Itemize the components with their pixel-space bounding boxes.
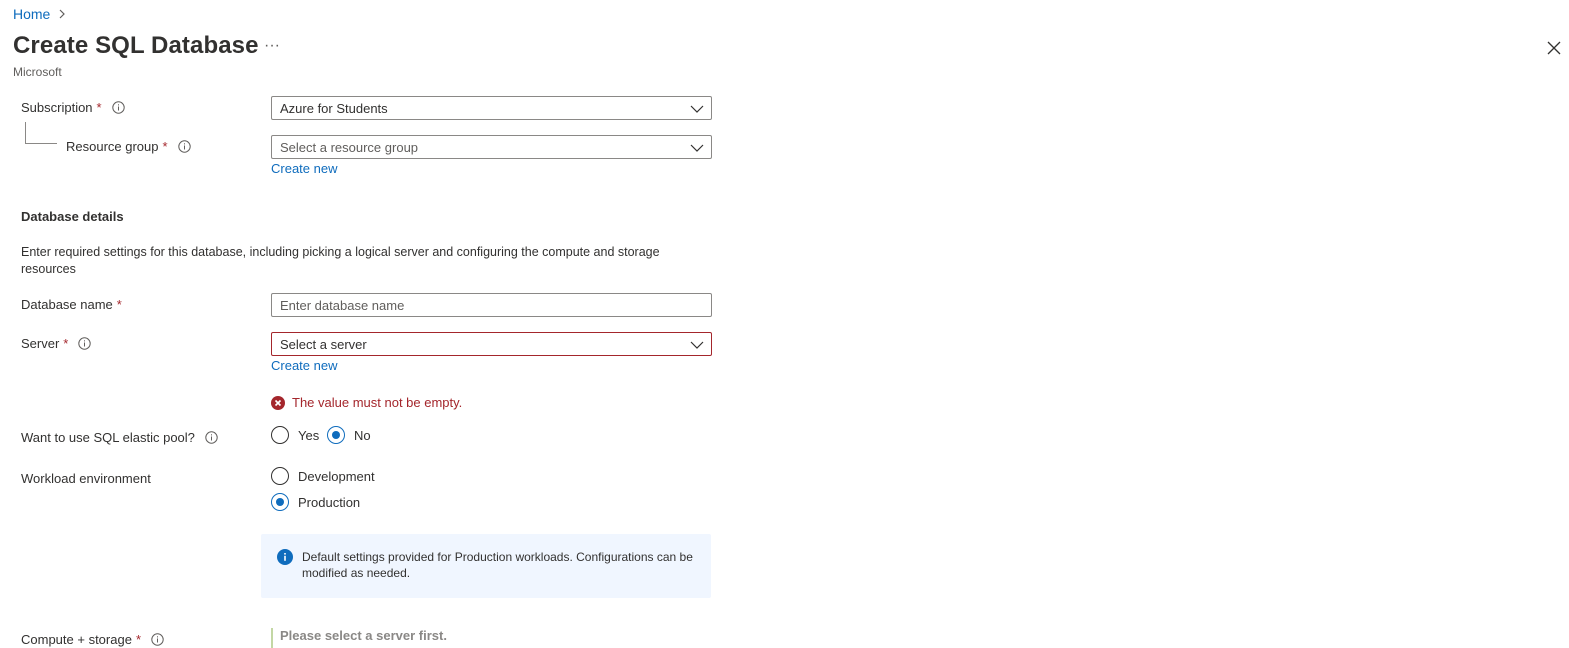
compute-storage-label-text: Compute + storage (21, 632, 132, 647)
chevron-down-icon (690, 141, 704, 156)
required-asterisk: * (63, 336, 69, 351)
required-asterisk: * (162, 139, 168, 154)
required-asterisk: * (116, 297, 122, 312)
tree-connector (25, 122, 26, 144)
info-icon[interactable] (205, 431, 218, 444)
radio-label: Development (298, 468, 375, 484)
radio-label: Production (298, 494, 361, 510)
server-error-message: The value must not be empty. (271, 395, 462, 410)
elastic-pool-label: Want to use SQL elastic pool? (21, 430, 218, 445)
chevron-down-icon (690, 102, 704, 117)
radio-label: No (354, 427, 371, 443)
breadcrumb-home-link[interactable]: Home (13, 6, 50, 22)
subscription-dropdown[interactable]: Azure for Students (271, 96, 712, 120)
elastic-pool-yes-radio[interactable]: Yes (271, 426, 319, 444)
chevron-right-icon (58, 9, 66, 19)
info-icon[interactable] (177, 140, 191, 153)
compute-storage-label: Compute + storage * (21, 632, 164, 647)
workload-development-radio[interactable]: Development (271, 467, 375, 485)
more-options-button[interactable]: ··· (264, 37, 280, 55)
page-title: Create SQL Database (13, 32, 259, 59)
server-placeholder: Select a server (280, 336, 367, 352)
section-heading: Database details (21, 209, 124, 224)
tree-connector (25, 143, 57, 144)
compute-storage-note: Please select a server first. (271, 628, 447, 648)
workload-environment-label-text: Workload environment (21, 471, 151, 486)
radio-circle-selected (327, 426, 345, 444)
database-name-label: Database name * (21, 297, 122, 312)
create-new-resource-group-link[interactable]: Create new (271, 161, 337, 176)
error-text: The value must not be empty. (292, 395, 463, 410)
resource-group-label: Resource group * (66, 139, 191, 154)
elastic-pool-label-text: Want to use SQL elastic pool? (21, 430, 195, 445)
database-name-placeholder: Enter database name (280, 297, 405, 313)
workload-environment-label: Workload environment (21, 471, 151, 486)
workload-production-radio[interactable]: Production (271, 493, 360, 511)
subscription-value: Azure for Students (280, 100, 388, 116)
info-icon[interactable] (78, 337, 92, 350)
radio-circle (271, 426, 289, 444)
database-name-label-text: Database name (21, 297, 113, 312)
radio-circle-selected (271, 493, 289, 511)
resource-group-label-text: Resource group (66, 139, 159, 154)
server-label: Server * (21, 336, 92, 351)
required-asterisk: * (135, 632, 141, 647)
radio-circle (271, 467, 289, 485)
info-icon[interactable] (151, 633, 164, 646)
info-message-text: Default settings provided for Production… (302, 550, 693, 580)
required-asterisk: * (96, 100, 102, 115)
elastic-pool-no-radio[interactable]: No (327, 426, 371, 444)
subscription-label-text: Subscription (21, 100, 93, 115)
info-message-box: Default settings provided for Production… (261, 534, 711, 598)
publisher-label: Microsoft (13, 65, 62, 79)
section-description: Enter required settings for this databas… (21, 245, 660, 276)
radio-label: Yes (298, 427, 320, 443)
resource-group-dropdown[interactable]: Select a resource group (271, 135, 712, 159)
database-name-input[interactable]: Enter database name (271, 293, 712, 317)
info-icon[interactable] (111, 101, 125, 114)
server-label-text: Server (21, 336, 60, 351)
resource-group-placeholder: Select a resource group (280, 139, 419, 155)
create-new-server-link[interactable]: Create new (271, 358, 337, 373)
chevron-down-icon (690, 338, 704, 353)
server-dropdown[interactable]: Select a server (271, 332, 712, 356)
close-icon[interactable] (1546, 40, 1562, 56)
info-icon (277, 549, 293, 598)
error-icon (271, 395, 285, 410)
subscription-label: Subscription * (21, 100, 125, 115)
breadcrumb: Home (13, 6, 66, 22)
